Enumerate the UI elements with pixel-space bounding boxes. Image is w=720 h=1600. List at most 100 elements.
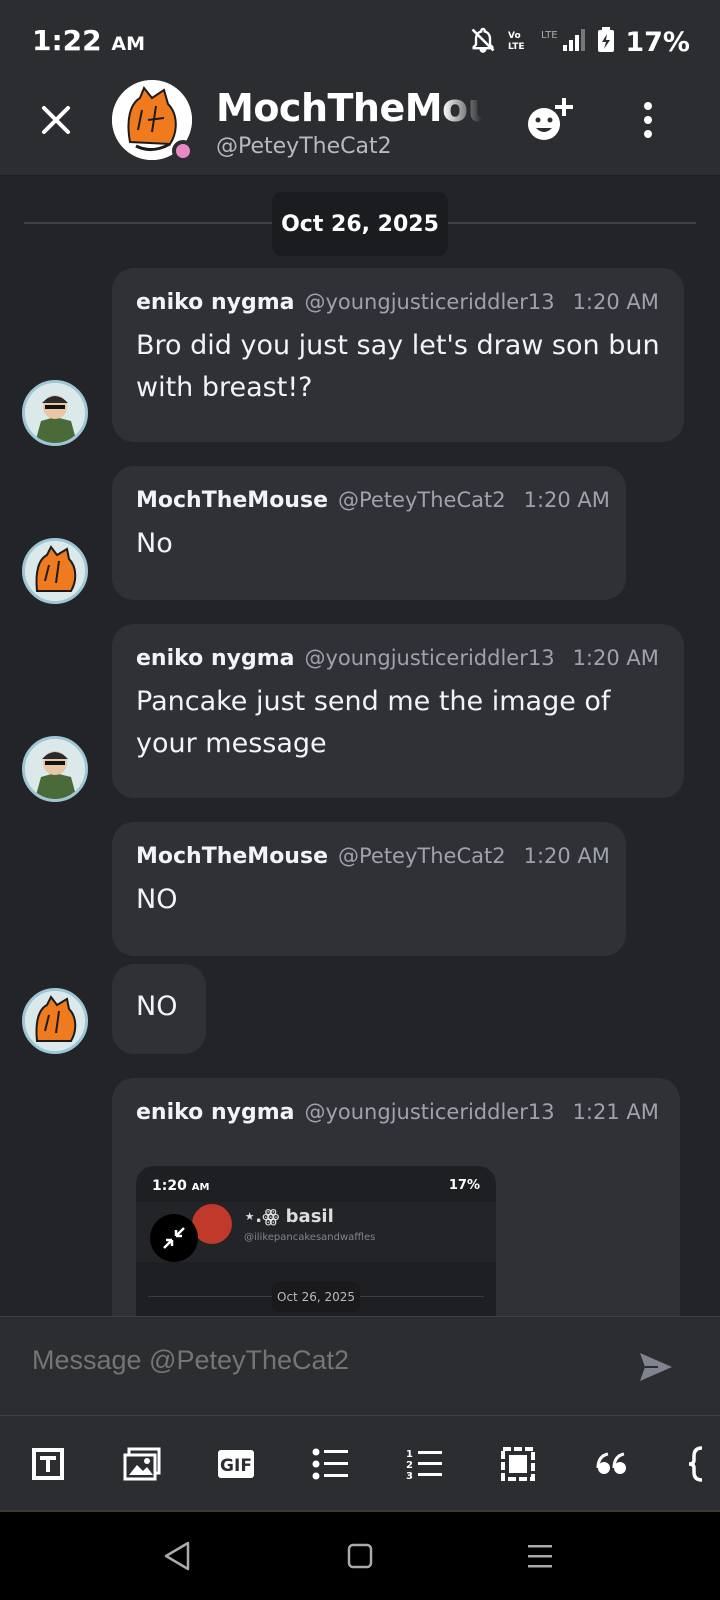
message-bubble[interactable]: MochTheMouse @PeteyTheCat2 1:20 AM NO [112,822,626,956]
message-input[interactable] [32,1345,592,1376]
quote-icon [596,1452,626,1474]
send-button[interactable] [636,1349,676,1385]
embed-name: ⋆.ꙮ basil [244,1206,334,1227]
text-format-icon [32,1448,64,1480]
numbered-list-icon: 123 [406,1449,442,1481]
message-text: No [136,528,173,559]
message-bubble[interactable]: NO [112,964,206,1054]
header-name[interactable]: MochTheMouse [216,86,482,130]
svg-text:LTE: LTE [508,42,525,52]
home-icon [347,1543,373,1569]
message-text: Pancake just send me the image of your m… [136,686,611,759]
message-bubble[interactable]: MochTheMouse @PeteyTheCat2 1:20 AM No [112,466,626,600]
avatar[interactable] [22,736,88,802]
add-friend-button[interactable] [524,96,578,144]
embed-avatar [192,1204,232,1244]
message-list[interactable]: Oct 26, 2025 eniko nygma @youngjusticeri… [0,176,720,1316]
presence-indicator [172,140,194,162]
avatar[interactable] [22,538,88,604]
embed-battery: 17% [448,1178,480,1193]
message-timestamp: 1:20 AM [572,646,659,670]
embed-time-value: 1:20 [152,1178,187,1194]
recents-icon [528,1545,552,1568]
svg-text:LTE: LTE [541,30,558,41]
status-time: 1:22 AM [32,24,145,57]
message-bubble[interactable]: eniko nygma @youngjusticeriddler13 1:20 … [112,624,684,798]
bullet-list-icon [312,1448,348,1480]
message-handle: @youngjusticeriddler13 [304,1100,555,1124]
embed-date: Oct 26, 2025 [272,1282,360,1312]
battery-percent: 17% [625,26,690,58]
riddler-avatar-icon [25,383,85,443]
date-divider: Oct 26, 2025 [272,192,448,256]
avatar[interactable] [22,380,88,446]
message-meta: eniko nygma @youngjusticeriddler13 1:21 … [136,1100,659,1125]
image-attachment[interactable]: 1:20 AM 17% ⋆.ꙮ basil @ilikepancakesandw… [136,1166,496,1316]
formatting-toolbar: GIF 123 [0,1416,720,1512]
message-timestamp: 1:20 AM [572,290,659,314]
message-meta: MochTheMouse @PeteyTheCat2 1:20 AM [136,488,610,513]
collapse-icon [150,1214,198,1262]
mute-notifications-icon [469,26,497,58]
message-author[interactable]: eniko nygma [136,290,294,315]
message-author[interactable]: eniko nygma [136,646,294,671]
send-icon [640,1353,672,1381]
gif-button[interactable]: GIF [216,1446,256,1482]
kebab-menu-icon [644,102,652,138]
spoiler-button[interactable] [498,1446,538,1482]
signal-icon: LTE [541,27,587,57]
message-timestamp: 1:21 AM [572,1100,659,1124]
image-button[interactable] [122,1446,162,1482]
bullet-list-button[interactable] [310,1446,350,1482]
message-meta: eniko nygma @youngjusticeriddler13 1:20 … [136,646,660,671]
numbered-list-button[interactable]: 123 [404,1446,444,1482]
dm-header: MochTheMouse @PeteyTheCat2 [0,80,720,176]
more-options-button[interactable] [628,98,668,142]
message-text: NO [136,991,178,1022]
status-time-value: 1:22 [32,24,102,57]
message-handle: @youngjusticeriddler13 [304,290,555,314]
message-author[interactable]: eniko nygma [136,1100,294,1125]
riddler-avatar-icon [25,739,85,799]
nav-back-button[interactable] [158,1540,198,1572]
code-block-icon [688,1446,703,1482]
svg-text:1: 1 [406,1449,413,1460]
close-icon [42,106,70,134]
message-author[interactable]: MochTheMouse [136,844,328,869]
gif-icon: GIF [218,1450,254,1478]
header-handle: @PeteyTheCat2 [216,134,392,159]
message-meta: MochTheMouse @PeteyTheCat2 1:20 AM [136,844,610,869]
svg-text:2: 2 [406,1460,413,1471]
message-handle: @youngjusticeriddler13 [304,646,555,670]
message-composer [0,1316,720,1416]
spoiler-icon [501,1447,535,1481]
quote-button[interactable] [592,1446,632,1482]
battery-charging-icon [597,27,615,57]
avatar[interactable] [22,988,88,1054]
message-handle: @PeteyTheCat2 [337,844,506,868]
svg-text:3: 3 [406,1471,413,1481]
nav-home-button[interactable] [340,1540,380,1572]
nav-recents-button[interactable] [520,1540,560,1572]
close-button[interactable] [36,100,76,140]
cat-avatar-icon [25,541,85,601]
embed-status-time: 1:20 AM [152,1178,209,1194]
system-nav-bar [0,1512,720,1600]
message-handle: @PeteyTheCat2 [337,488,506,512]
message-author[interactable]: MochTheMouse [136,488,328,513]
embed-handle: @ilikepancakesandwaffles [244,1232,376,1243]
volte-icon: Vo LTE [507,28,531,56]
back-icon [164,1541,190,1571]
message-text: Bro did you just say let's draw son bun … [136,330,660,403]
svg-text:Vo: Vo [508,31,521,41]
code-block-button[interactable] [686,1446,720,1482]
message-timestamp: 1:20 AM [523,844,610,868]
status-bar: 1:22 AM Vo LTE LTE 17% [0,0,720,84]
message-text: NO [136,884,178,915]
text-format-button[interactable] [28,1446,68,1482]
embed-time-ampm: AM [191,1182,210,1193]
message-bubble[interactable]: eniko nygma @youngjusticeriddler13 1:20 … [112,268,684,442]
message-timestamp: 1:20 AM [523,488,610,512]
cat-avatar-icon [25,991,85,1051]
status-icons: Vo LTE LTE 17% [469,26,690,58]
